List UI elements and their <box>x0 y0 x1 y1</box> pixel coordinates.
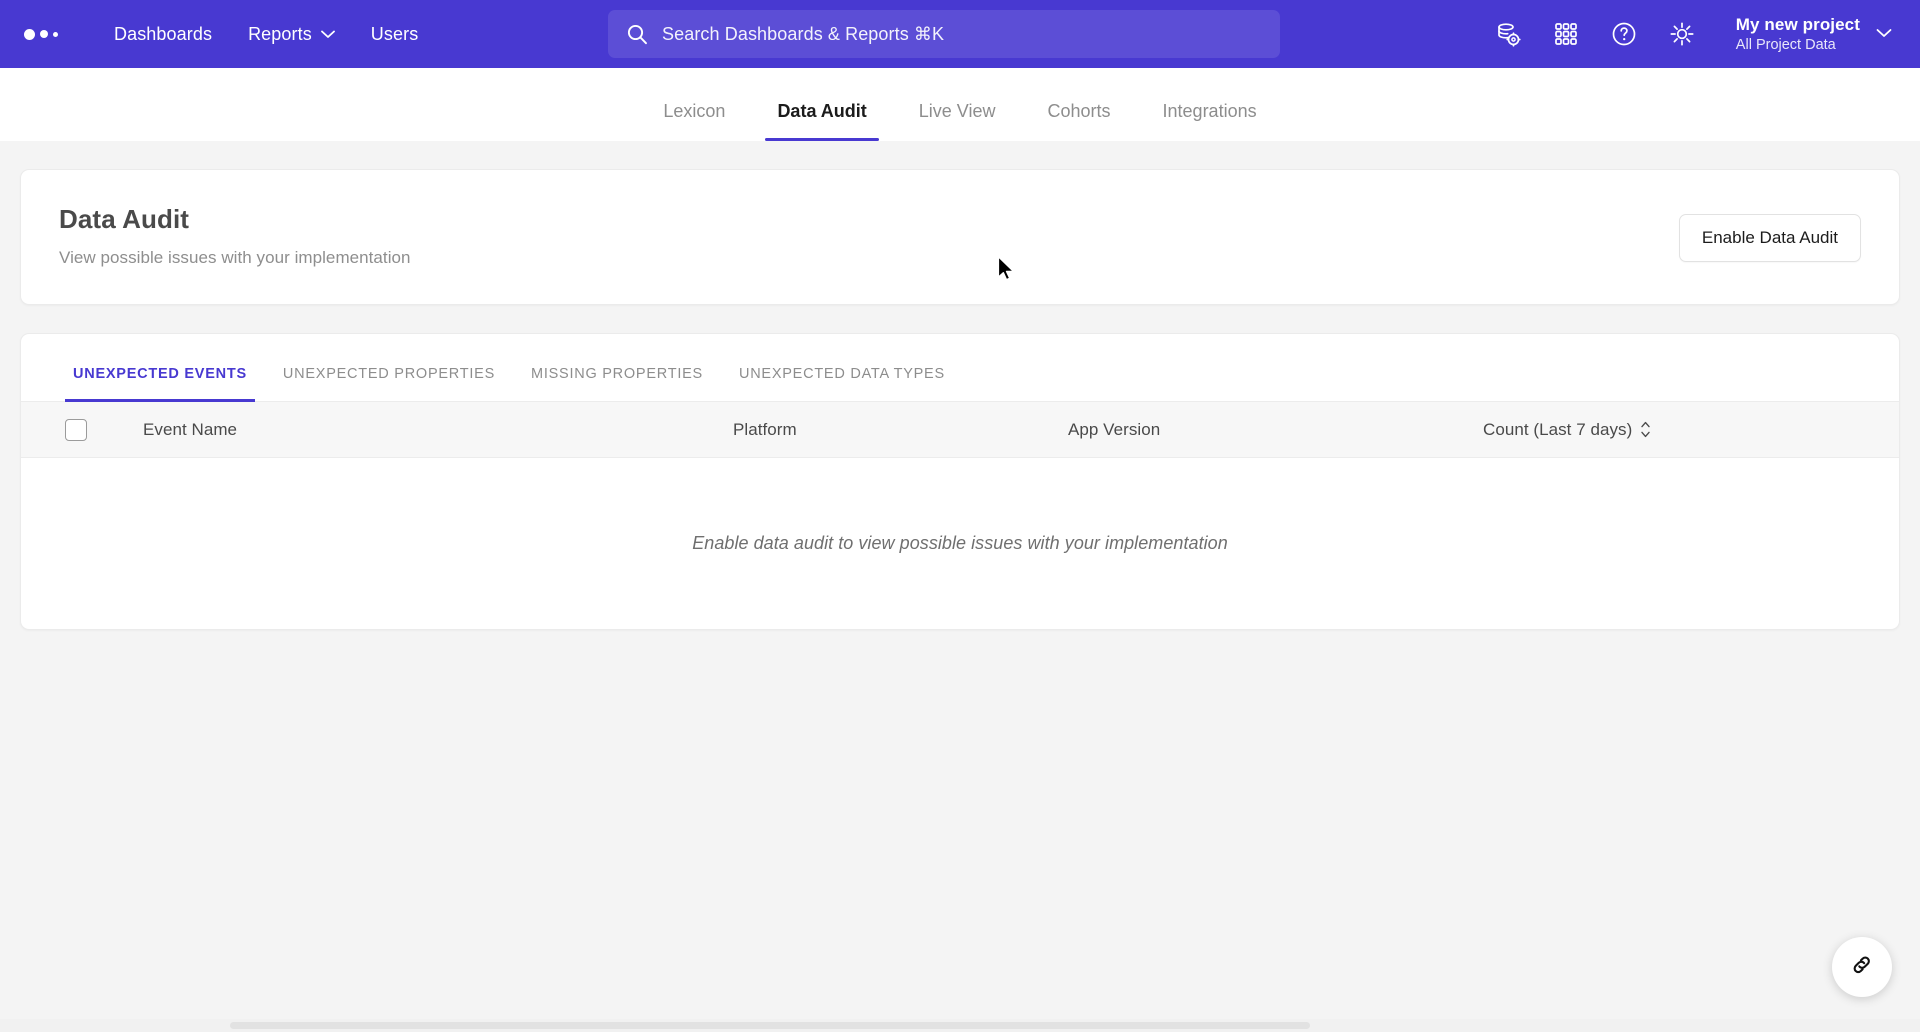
data-audit-header-card: Data Audit View possible issues with you… <box>20 169 1900 305</box>
project-selector-text: My new project All Project Data <box>1736 14 1860 54</box>
tab-data-audit-label: Data Audit <box>777 101 867 121</box>
tab-unexpected-properties[interactable]: Unexpected Properties <box>265 366 513 401</box>
tab-missing-properties[interactable]: Missing Properties <box>513 366 721 401</box>
table-header-row: Event Name Platform App Version Count (L… <box>21 402 1899 458</box>
select-all-cell <box>65 418 143 441</box>
nav-link-dashboards[interactable]: Dashboards <box>96 0 230 68</box>
top-navigation-bar: Dashboards Reports Users Search Dashboar… <box>0 0 1920 68</box>
help-circle-icon[interactable] <box>1606 16 1642 52</box>
search-icon <box>626 23 648 45</box>
nav-right-actions: My new project All Project Data <box>1490 14 1892 54</box>
project-name: My new project <box>1735 14 1860 34</box>
logo-dot-large <box>24 28 35 40</box>
column-header-platform[interactable]: Platform <box>733 420 1068 440</box>
mixpanel-dots-logo-icon[interactable] <box>24 0 58 68</box>
settings-gear-icon[interactable] <box>1664 16 1700 52</box>
project-scope: All Project Data <box>1735 37 1836 54</box>
horizontal-scrollbar-thumb[interactable] <box>230 1022 1310 1029</box>
tab-lexicon[interactable]: Lexicon <box>637 101 751 141</box>
tab-unexpected-properties-label: Unexpected Properties <box>282 366 495 382</box>
chevron-down-icon <box>1876 25 1892 43</box>
global-search-input[interactable]: Search Dashboards & Reports ⌘K <box>608 10 1280 58</box>
column-header-count[interactable]: Count (Last 7 days) <box>1483 420 1651 440</box>
apps-grid-icon[interactable] <box>1548 16 1584 52</box>
table-empty-message: Enable data audit to view possible issue… <box>692 533 1228 553</box>
database-settings-icon[interactable] <box>1490 16 1526 52</box>
logo-dot-medium <box>40 30 48 38</box>
tab-integrations-label: Integrations <box>1162 101 1257 121</box>
column-header-event-name[interactable]: Event Name <box>143 420 733 440</box>
nav-link-reports[interactable]: Reports <box>230 0 353 68</box>
section-tabs: Lexicon Data Audit Live View Cohorts Int… <box>0 68 1920 141</box>
enable-data-audit-button[interactable]: Enable Data Audit <box>1678 214 1861 262</box>
nav-link-reports-label: Reports <box>248 24 312 44</box>
table-empty-state: Enable data audit to view possible issue… <box>21 458 1899 629</box>
tab-live-view[interactable]: Live View <box>893 101 1022 141</box>
page-title: Data Audit <box>59 204 190 234</box>
tab-unexpected-events-label: Unexpected Events <box>73 366 247 382</box>
tab-data-audit[interactable]: Data Audit <box>751 101 892 141</box>
primary-nav-links: Dashboards Reports Users <box>96 0 436 68</box>
audit-category-tabs: Unexpected Events Unexpected Properties … <box>21 334 1899 402</box>
nav-link-users-label: Users <box>370 24 419 44</box>
tab-cohorts-label: Cohorts <box>1047 101 1111 121</box>
tab-unexpected-data-types-label: Unexpected Data Types <box>738 366 945 382</box>
tab-cohorts[interactable]: Cohorts <box>1022 101 1137 141</box>
tab-lexicon-label: Lexicon <box>663 101 726 121</box>
chevron-down-icon <box>320 30 335 39</box>
tab-unexpected-events[interactable]: Unexpected Events <box>65 366 265 402</box>
project-selector[interactable]: My new project All Project Data <box>1736 14 1892 54</box>
header-text-group: Data Audit View possible issues with you… <box>59 204 411 268</box>
column-header-count-label: Count (Last 7 days) <box>1483 419 1633 439</box>
tab-missing-properties-label: Missing Properties <box>531 366 703 382</box>
global-search-placeholder: Search Dashboards & Reports ⌘K <box>662 23 945 44</box>
link-chain-icon <box>1849 952 1875 983</box>
main-content: Data Audit View possible issues with you… <box>0 141 1920 1032</box>
tab-live-view-label: Live View <box>918 101 996 121</box>
nav-link-users[interactable]: Users <box>353 0 437 68</box>
data-audit-table-card: Unexpected Events Unexpected Properties … <box>20 333 1900 630</box>
sort-updown-icon <box>1640 421 1651 438</box>
horizontal-scrollbar[interactable] <box>0 1019 1920 1032</box>
page-subtitle: View possible issues with your implement… <box>59 248 411 267</box>
nav-link-dashboards-label: Dashboards <box>114 24 213 44</box>
column-header-app-version[interactable]: App Version <box>1068 420 1483 440</box>
select-all-checkbox[interactable] <box>65 418 87 441</box>
logo-dot-small <box>53 31 58 37</box>
copy-link-floating-button[interactable] <box>1832 937 1892 997</box>
tab-unexpected-data-types[interactable]: Unexpected Data Types <box>721 366 963 401</box>
tab-integrations[interactable]: Integrations <box>1137 101 1283 141</box>
